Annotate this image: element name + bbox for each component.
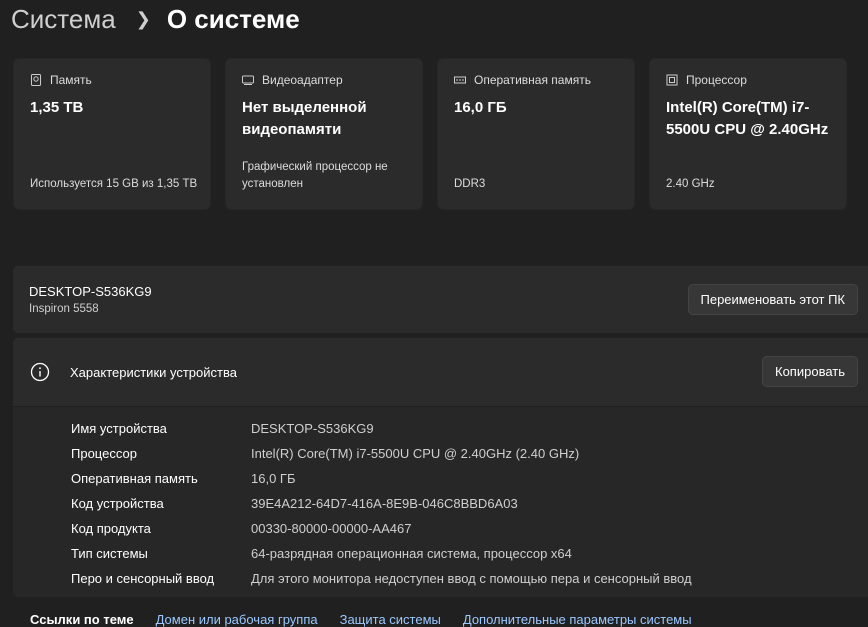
- spec-label: Код продукта: [71, 521, 151, 536]
- breadcrumb-parent[interactable]: Система: [11, 4, 116, 35]
- spec-label: Код устройства: [71, 496, 164, 511]
- spec-value: 39E4A212-64D7-416A-8E9B-046C8BBD6A03: [251, 496, 518, 511]
- spec-label: Процессор: [71, 446, 137, 461]
- spec-row: Процессор Intel(R) Core(TM) i7-5500U CPU …: [71, 441, 692, 466]
- spec-row: Код продукта 00330-80000-00000-AA467: [71, 516, 692, 541]
- card-title: Видеоадаптер: [262, 73, 343, 87]
- processor-icon: [666, 74, 678, 86]
- copy-button[interactable]: Копировать: [762, 356, 858, 387]
- spec-row: Код устройства 39E4A212-64D7-416A-8E9B-04…: [71, 491, 692, 516]
- hard-drive-icon: [31, 74, 41, 86]
- spec-row: Тип системы 64-разрядная операционная сис…: [71, 541, 692, 566]
- related-label: Ссылки по теме: [30, 612, 134, 627]
- card-value: 1,35 TB: [30, 99, 84, 116]
- processor-card: Процессор Intel(R) Core(TM) i7-5500U CPU…: [649, 58, 847, 210]
- device-name-panel: DESKTOP-S536KG9 Inspiron 5558 Переименов…: [13, 266, 868, 333]
- spec-value: 00330-80000-00000-AA467: [251, 521, 412, 536]
- spec-label: Имя устройства: [71, 421, 167, 436]
- spec-value: 64-разрядная операционная система, проце…: [251, 546, 572, 561]
- card-value: Intel(R) Core(TM) i7-5500U CPU @ 2.40GHz: [666, 99, 829, 138]
- page-title: О системе: [166, 4, 300, 34]
- spec-label: Перо и сенсорный ввод: [71, 571, 215, 586]
- device-model: Inspiron 5558: [29, 303, 99, 315]
- card-title: Память: [50, 73, 92, 87]
- spec-row: Имя устройства DESKTOP-S536KG9: [71, 416, 692, 441]
- device-name: DESKTOP-S536KG9: [29, 284, 152, 299]
- specs-title: Характеристики устройства: [70, 365, 237, 380]
- card-value: 16,0 ГБ: [454, 99, 507, 116]
- display-adapter-icon: [242, 75, 254, 85]
- spec-value: DESKTOP-S536KG9: [251, 421, 374, 436]
- spec-label: Тип системы: [71, 546, 148, 561]
- card-subtext: 2.40 GHz: [666, 178, 715, 190]
- chevron-right-icon: ❯: [135, 9, 151, 29]
- domain-workgroup-link[interactable]: Домен или рабочая группа: [156, 612, 318, 627]
- spec-label: Оперативная память: [71, 471, 198, 486]
- device-specs-header[interactable]: Характеристики устройства Копировать: [13, 338, 868, 406]
- spec-value: Intel(R) Core(TM) i7-5500U CPU @ 2.40GHz…: [251, 446, 580, 461]
- card-subtext: Используется 15 GB из 1,35 TB: [30, 178, 198, 190]
- rename-pc-button[interactable]: Переименовать этот ПК: [687, 284, 858, 315]
- card-title: Процессор: [686, 73, 747, 87]
- ram-icon: [454, 76, 466, 84]
- info-icon: [30, 362, 50, 382]
- spec-row: Перо и сенсорный ввод Для этого монитора …: [71, 566, 692, 591]
- card-subtext: DDR3: [454, 178, 486, 190]
- card-subtext: Графический процессор не установлен: [242, 161, 388, 190]
- ram-card: Оперативная память 16,0 ГБ DDR3: [437, 58, 635, 210]
- graphics-card: Видеоадаптер Нет выделенной видеопамяти …: [225, 58, 423, 210]
- storage-card: Память 1,35 TB Используется 15 GB из 1,3…: [13, 58, 211, 210]
- specs-list: Имя устройства DESKTOP-S536KG9 Процессор I…: [71, 416, 692, 591]
- breadcrumb: Система ❯ О системе: [11, 4, 300, 35]
- card-title: Оперативная память: [474, 73, 591, 87]
- card-value: Нет выделенной видеопамяти: [242, 99, 367, 138]
- spec-value: Для этого монитора недоступен ввод с пом…: [251, 571, 692, 586]
- spec-row: Оперативная память 16,0 ГБ: [71, 466, 692, 491]
- system-protection-link[interactable]: Защита системы: [340, 612, 441, 627]
- related-links: Ссылки по теме Домен или рабочая группа …: [30, 612, 692, 627]
- spec-value: 16,0 ГБ: [251, 471, 296, 486]
- advanced-system-settings-link[interactable]: Дополнительные параметры системы: [463, 612, 692, 627]
